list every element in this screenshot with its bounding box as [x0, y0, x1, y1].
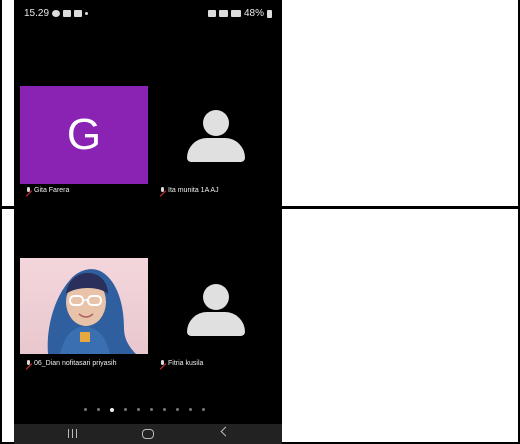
- status-left: 15.29: [24, 8, 89, 19]
- person-placeholder-icon[interactable]: [187, 284, 245, 336]
- gallery-icon: [63, 10, 72, 17]
- participant-name-dian: 06_Dian nofitasari priyasih: [26, 360, 117, 367]
- whatsapp-icon: [52, 10, 61, 17]
- table-row-divider: [0, 206, 520, 209]
- page-dot[interactable]: [84, 408, 87, 411]
- mic-muted-icon: [160, 360, 165, 367]
- back-icon[interactable]: [220, 426, 231, 437]
- person-placeholder-icon[interactable]: [187, 110, 245, 162]
- participant-name-label: Fitria kusila: [168, 360, 204, 367]
- frame-left-border: [0, 0, 2, 444]
- page-dot[interactable]: [137, 408, 140, 411]
- page-indicator[interactable]: [84, 407, 205, 412]
- participant-name-fitria: Fitria kusila: [160, 360, 203, 367]
- page-dot[interactable]: [110, 407, 114, 412]
- page-dot[interactable]: [202, 408, 205, 411]
- signal-icon: [230, 10, 241, 17]
- page-dot[interactable]: [124, 408, 127, 411]
- participant-name-ita: Ita munita 1A AJ: [160, 187, 219, 194]
- participant-avatar-gita[interactable]: G: [20, 86, 148, 184]
- status-time: 15.29: [24, 8, 50, 19]
- wifi-icon: [218, 10, 228, 17]
- participant-name-label: 06_Dian nofitasari priyasih: [34, 360, 117, 367]
- participant-name-gita: Gita Farera: [26, 187, 69, 194]
- status-bar: 15.29 48%: [14, 0, 282, 22]
- phone-screen: 15.29 48% G Gita Farera Ita munita 1A AJ: [14, 0, 282, 444]
- mic-muted-icon: [26, 360, 31, 367]
- page-dot[interactable]: [176, 408, 179, 411]
- person-body: [187, 312, 245, 336]
- more-notifications-icon: [85, 12, 89, 15]
- battery-icon: [267, 9, 272, 18]
- page-dot[interactable]: [97, 408, 100, 411]
- page-dot[interactable]: [189, 408, 192, 411]
- participant-name-label: Ita munita 1A AJ: [168, 187, 219, 194]
- participant-name-label: Gita Farera: [34, 187, 70, 194]
- page-dot[interactable]: [163, 408, 166, 411]
- status-right: 48%: [207, 8, 272, 19]
- alarm-icon: [207, 10, 216, 17]
- page-dot[interactable]: [150, 408, 153, 411]
- person-head: [203, 284, 229, 310]
- battery-percent: 48%: [243, 8, 264, 19]
- home-icon[interactable]: [142, 429, 154, 439]
- avatar-initial: G: [66, 110, 102, 159]
- mic-muted-icon: [26, 187, 31, 194]
- mic-muted-icon: [160, 187, 165, 194]
- person-body: [187, 138, 245, 162]
- recent-apps-icon[interactable]: [68, 429, 77, 438]
- chat-icon: [74, 10, 83, 17]
- participant-photo: [47, 269, 136, 354]
- android-nav-bar: [14, 424, 282, 444]
- participant-video-dian[interactable]: [20, 258, 148, 354]
- person-head: [203, 110, 229, 136]
